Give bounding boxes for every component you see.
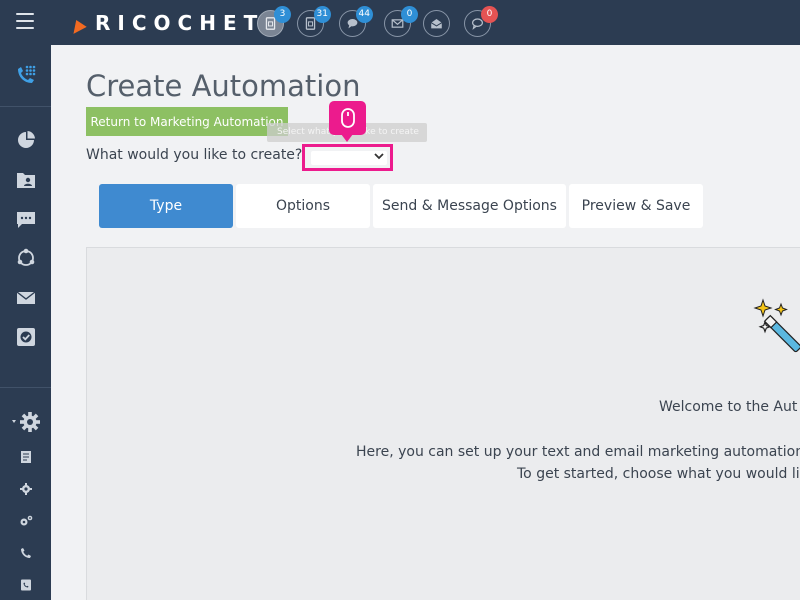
sidebar-item-calls[interactable]	[0, 541, 51, 565]
badge-count: 3	[274, 6, 291, 23]
magic-wand-icon	[753, 298, 800, 353]
logo-mark-icon	[68, 16, 87, 34]
sidebar-item-contacts[interactable]	[0, 165, 51, 195]
sidebar-divider	[0, 106, 51, 107]
nav-email-button[interactable]: 0	[384, 6, 418, 37]
sidebar-item-reports[interactable]	[0, 125, 51, 155]
tab-options[interactable]: Options	[236, 184, 370, 228]
nav-speech-button[interactable]: 0	[464, 6, 498, 37]
sidebar-item-tasks[interactable]	[0, 322, 51, 352]
mouse-click-callout	[329, 101, 366, 142]
sidebar-divider	[0, 387, 51, 388]
sidebar-item-small-settings[interactable]	[0, 477, 51, 501]
tab-type[interactable]: Type	[99, 184, 233, 228]
intro-line-1: Here, you can set up your text and email…	[356, 444, 800, 460]
phone-keypad-icon	[17, 65, 35, 83]
sidebar-item-settings[interactable]	[0, 407, 51, 437]
envelope-icon	[16, 291, 35, 304]
badge-count: 0	[401, 6, 418, 23]
sidebar-item-messages[interactable]	[0, 205, 51, 235]
chevron-down-icon	[374, 153, 384, 160]
create-type-select-highlight[interactable]	[302, 144, 393, 171]
badge-count: 0	[481, 6, 498, 23]
nav-documents-2-button[interactable]: 31	[297, 6, 331, 37]
welcome-heading: Welcome to the Aut	[659, 399, 798, 415]
settings-gear-icon	[11, 412, 40, 432]
sidebar-item-email[interactable]	[0, 283, 51, 313]
ricochet-logo[interactable]: RICOCHET 360	[68, 10, 276, 36]
open-mail-icon	[430, 19, 443, 29]
nav-open-mail-button[interactable]	[423, 10, 450, 37]
return-to-marketing-automation-button[interactable]: Return to Marketing Automation	[86, 107, 288, 136]
sidebar-item-phone-keypad[interactable]	[0, 55, 51, 95]
type-panel: Welcome to the Aut Here, you can set up …	[86, 247, 800, 600]
contacts-folder-icon	[16, 173, 35, 188]
page-title: Create Automation	[86, 69, 361, 103]
message-icon	[16, 212, 35, 228]
phone-book-icon	[20, 579, 31, 591]
badge-count: 44	[355, 6, 373, 23]
top-bar: RICOCHET 360 3 31 44 0 0	[0, 0, 800, 45]
automation-tabs: Type Options Send & Message Options Prev…	[99, 184, 706, 228]
create-type-label: What would you like to create?	[86, 147, 303, 163]
sidebar-item-documents[interactable]	[0, 445, 51, 469]
nav-chat-button[interactable]: 44	[339, 6, 373, 37]
phone-icon	[20, 548, 31, 558]
sidebar-item-workflow[interactable]	[0, 243, 51, 273]
badge-count: 31	[313, 6, 331, 23]
sidebar	[0, 45, 51, 600]
nav-documents-button[interactable]: 3	[257, 6, 291, 37]
gears-icon	[20, 515, 32, 526]
main-content: Create Automation Return to Marketing Au…	[51, 45, 800, 600]
mouse-icon	[340, 108, 355, 128]
small-gear-icon	[19, 483, 32, 495]
workflow-icon	[17, 248, 34, 266]
logo-text: RICOCHET	[95, 11, 265, 35]
tab-preview-save[interactable]: Preview & Save	[569, 184, 703, 228]
document-icon	[20, 451, 31, 463]
checkbox-icon	[16, 328, 35, 346]
hamburger-menu-icon[interactable]	[16, 13, 34, 29]
intro-line-2: To get started, choose what you would li	[517, 466, 800, 482]
pie-chart-icon	[17, 131, 35, 148]
tab-send-message-options[interactable]: Send & Message Options	[373, 184, 566, 228]
sidebar-item-phone-book[interactable]	[0, 573, 51, 597]
sidebar-item-advanced-settings[interactable]	[0, 509, 51, 533]
